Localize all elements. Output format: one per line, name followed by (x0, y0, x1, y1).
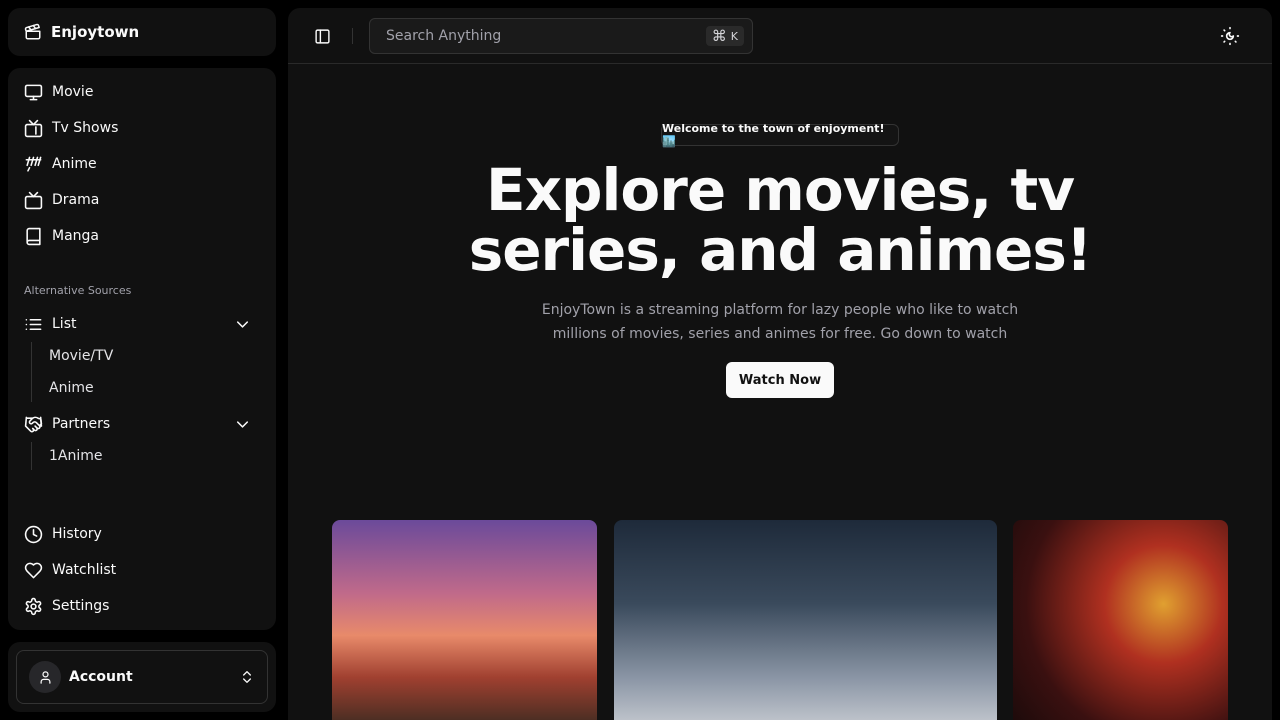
sidebar: Movie Tv Shows Anime Drama Manga Alterna… (8, 68, 276, 630)
shortcut-badge: ⌘ K (705, 26, 744, 46)
brand-header[interactable]: Enjoytown (8, 8, 276, 56)
sidebar-item-label: Watchlist (52, 562, 117, 578)
anime-icon (25, 156, 42, 172)
panel-left-icon (314, 28, 330, 44)
toggle-sidebar-button[interactable] (310, 24, 334, 48)
sidebar-group-label: List (52, 316, 77, 332)
sidebar-item-label: Movie (52, 84, 94, 100)
submenu-divider (31, 342, 32, 402)
avatar (29, 661, 61, 693)
sidebar-item-drama[interactable]: Drama (24, 186, 260, 214)
featured-poster[interactable] (614, 520, 997, 720)
heart-icon (24, 562, 43, 578)
sidebar-item-manga[interactable]: Manga (24, 222, 260, 250)
sidebar-item-history[interactable]: History (24, 520, 260, 548)
divider (352, 28, 353, 44)
clapperboard-icon (24, 23, 41, 40)
sidebar-item-tv-shows[interactable]: Tv Shows (24, 114, 260, 142)
sidebar-item-label: Anime (52, 156, 97, 172)
main-content: Search Anything ⌘ K Welcome to the town … (288, 8, 1272, 720)
sidebar-item-label: History (52, 526, 102, 542)
submenu-item-movie-tv[interactable]: Movie/TV (49, 344, 113, 368)
featured-poster[interactable] (1013, 520, 1228, 720)
tv-icon (24, 119, 43, 137)
user-icon (40, 670, 50, 684)
chevrons-up-down-icon (243, 671, 251, 683)
book-icon (26, 227, 41, 245)
chevron-down-icon[interactable] (233, 315, 252, 334)
sidebar-item-label: Drama (52, 192, 100, 208)
gear-icon (25, 597, 42, 615)
brand-name: Enjoytown (51, 23, 140, 41)
search-placeholder: Search Anything (386, 28, 502, 44)
sidebar-group-partners[interactable]: Partners (24, 410, 260, 438)
welcome-badge: Welcome to the town of enjoyment! 🏙️ (661, 122, 899, 148)
theme-toggle-icon[interactable] (1220, 26, 1240, 46)
handshake-icon (24, 416, 43, 432)
featured-poster[interactable] (332, 520, 597, 720)
hero-description: EnjoyTown is a streaming platform for la… (541, 302, 1019, 342)
sidebar-item-label: Manga (52, 228, 99, 244)
clock-icon (24, 525, 43, 543)
sidebar-item-label: Settings (52, 598, 110, 614)
retro-tv-icon (24, 191, 43, 209)
account-label: Account (69, 669, 133, 685)
monitor-icon (24, 84, 43, 100)
sidebar-item-movie[interactable]: Movie (24, 78, 260, 106)
search-input[interactable]: Search Anything ⌘ K (369, 18, 753, 54)
watch-now-button[interactable]: Watch Now (726, 362, 834, 398)
shortcut-key: K (730, 29, 738, 43)
submenu-item-anime[interactable]: Anime (49, 376, 94, 400)
chevron-down-icon[interactable] (233, 415, 252, 434)
topbar: Search Anything ⌘ K (288, 8, 1272, 64)
sidebar-item-anime[interactable]: Anime (24, 150, 260, 178)
app-root: Enjoytown Movie Tv Shows Anime Drama Man… (0, 0, 1280, 720)
submenu-divider (31, 442, 32, 470)
hero-title: Explore movies, tv series, and animes! (468, 156, 1093, 284)
sidebar-item-label: Tv Shows (52, 120, 119, 136)
command-key-icon: ⌘ (711, 27, 727, 45)
account-button[interactable]: Account (16, 650, 268, 704)
sidebar-item-settings[interactable]: Settings (24, 592, 260, 620)
section-label-alternative-sources: Alternative Sources (24, 284, 132, 297)
list-icon (25, 318, 42, 330)
account-section: Account (8, 642, 276, 712)
submenu-item-1anime[interactable]: 1Anime (49, 444, 103, 468)
sidebar-group-label: Partners (52, 416, 111, 432)
sidebar-group-list[interactable]: List (24, 310, 260, 338)
sidebar-item-watchlist[interactable]: Watchlist (24, 556, 260, 584)
